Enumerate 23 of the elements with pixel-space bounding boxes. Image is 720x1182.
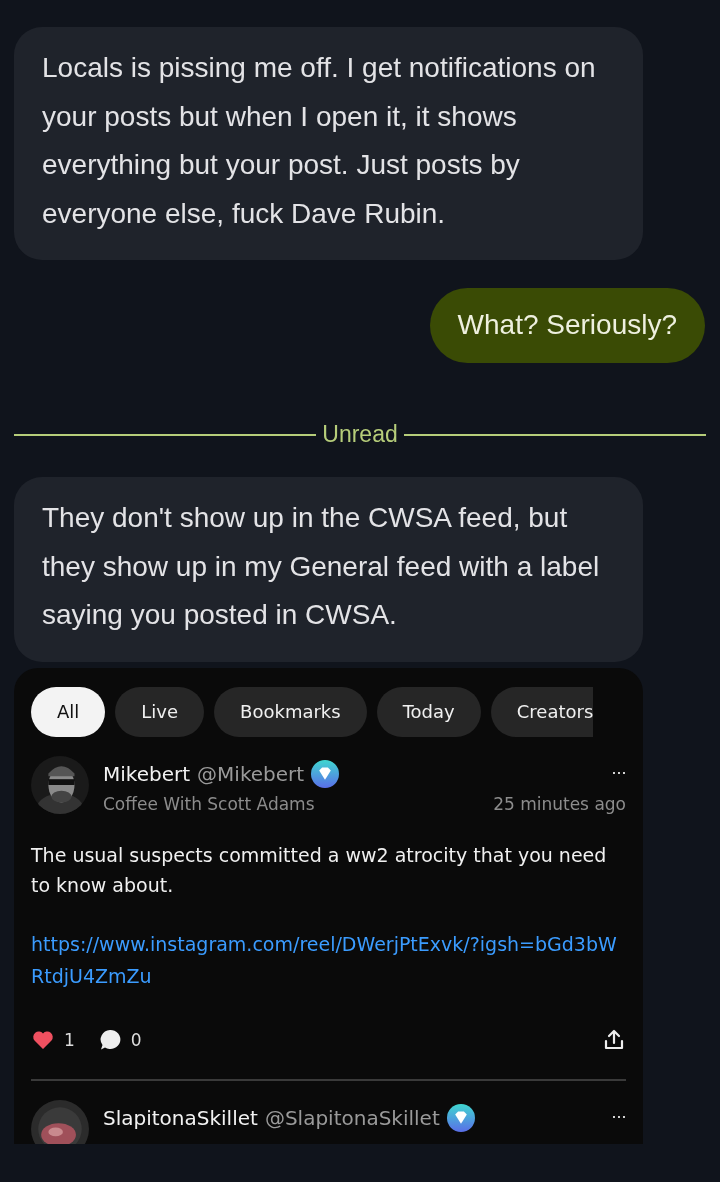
unread-label: Unread [322, 421, 398, 448]
more-button[interactable]: ··· [611, 762, 626, 783]
message-bubble: Locals is pissing me off. I get notifications on your posts but when I open it, it shows everything but your post. Just posts by everyone else, fuck Dave Rubin. [14, 27, 643, 260]
screenshot-attachment[interactable] [14, 667, 643, 1144]
author-handle: @Mikebert [197, 761, 305, 786]
filter-tab[interactable]: Bookmarks [214, 686, 367, 737]
author-name[interactable]: Mikebert [103, 761, 191, 786]
comment-count: 0 [130, 1029, 142, 1050]
share-icon[interactable] [602, 1027, 626, 1052]
author-handle: @SlapitonaSkillet [264, 1105, 440, 1130]
filter-tab[interactable]: Today [376, 686, 481, 737]
post-link[interactable]: https://www.instagram.com/reel/DWerjPtExvk/?igsh=bGd3bWRtdjU4ZmZu [31, 927, 626, 992]
more-button[interactable]: ··· [611, 1106, 626, 1127]
like-count: 1 [64, 1029, 75, 1050]
community-name[interactable]: Coffee With Scott Adams [103, 793, 487, 814]
filter-tab[interactable]: All [31, 686, 106, 737]
post-text: The usual suspects committed a ww2 atrocity that you need to know about. [31, 842, 608, 898]
message-bubble: They don't show up in the CWSA feed, but they show up in my General feed with a label saying you posted in CWSA. [14, 477, 643, 662]
message-bubble: What? Seriously? [429, 288, 705, 363]
filter-tab[interactable]: Live [115, 686, 205, 737]
author-name[interactable]: SlapitonaSkillet [103, 1105, 258, 1130]
filter-tab[interactable]: Creators [490, 686, 594, 737]
post-time: 25 minutes ago [493, 793, 626, 814]
